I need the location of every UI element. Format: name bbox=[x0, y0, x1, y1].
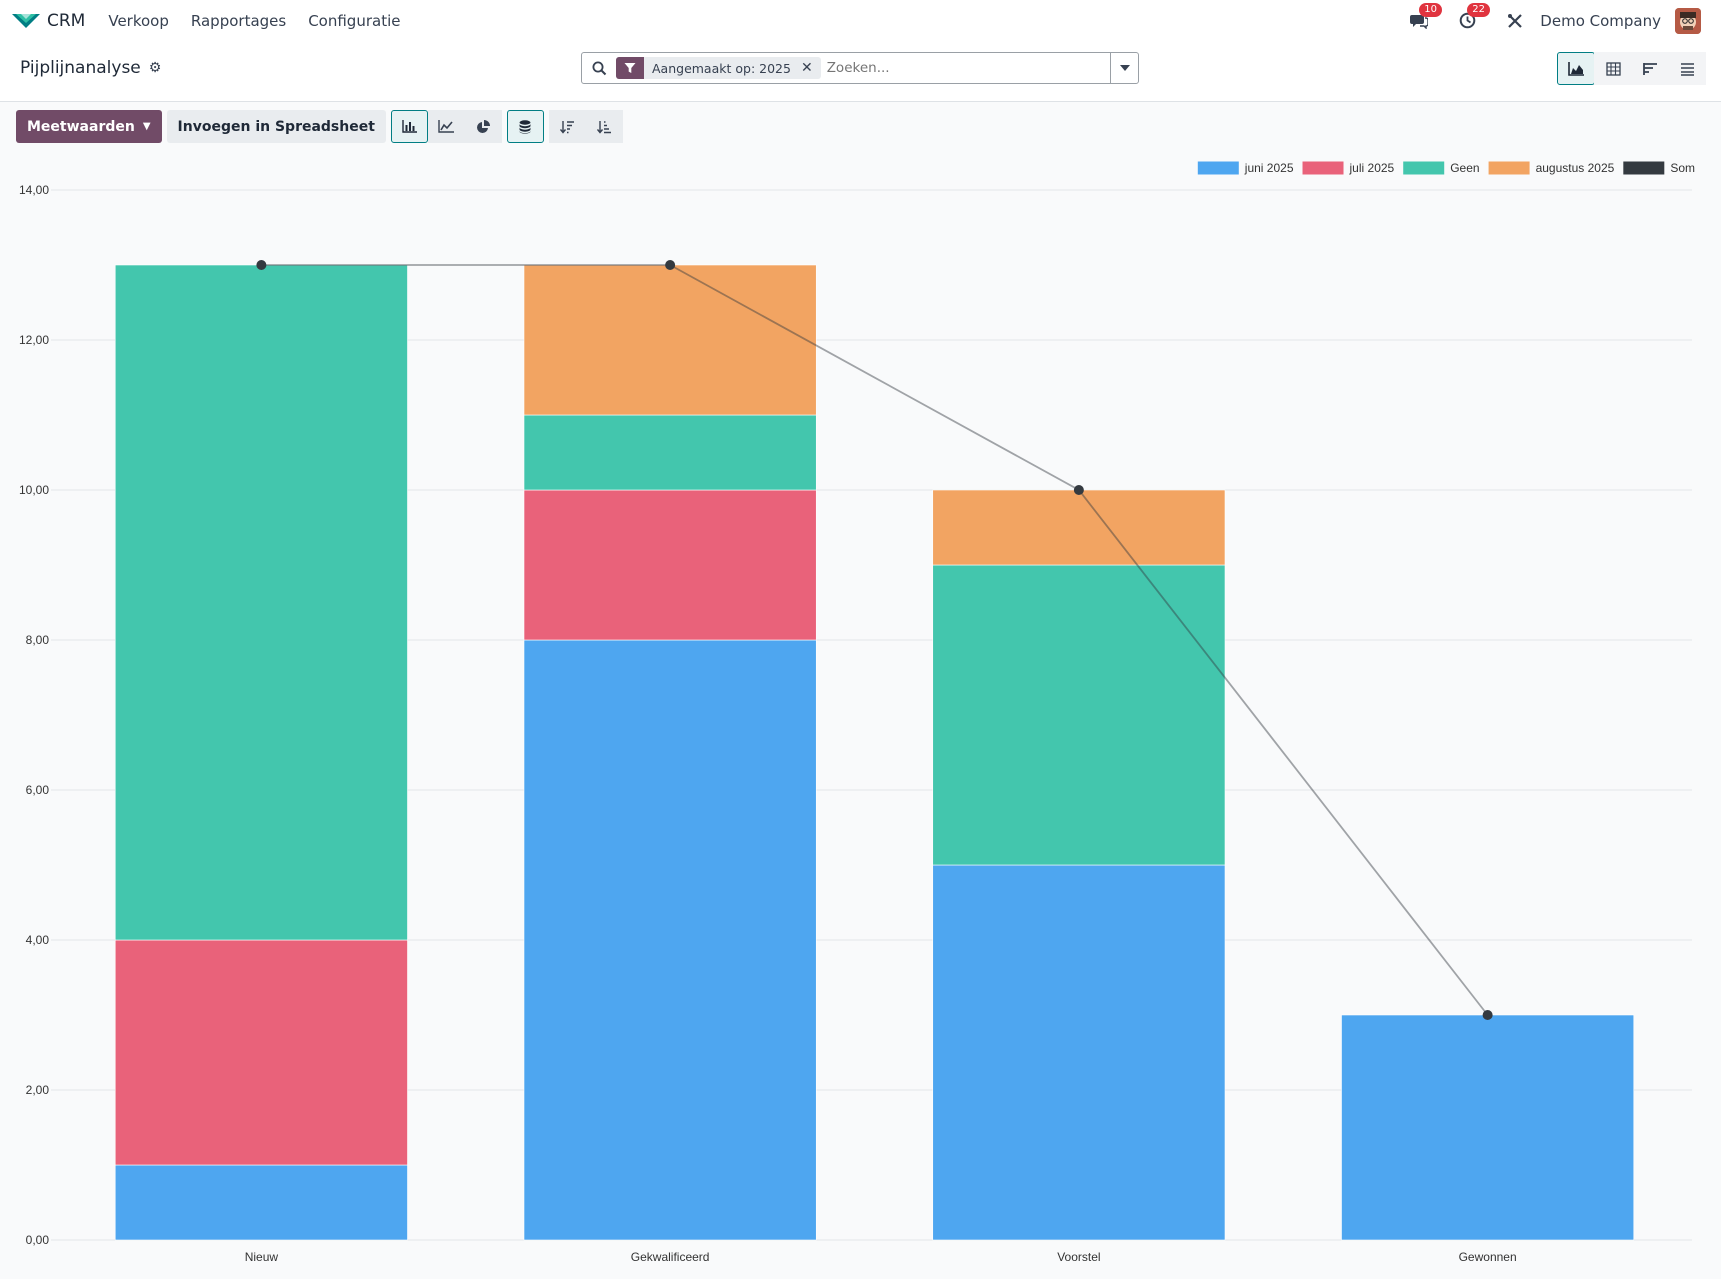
y-tick-label: 12,00 bbox=[19, 333, 49, 347]
x-tick-label: Nieuw bbox=[245, 1250, 279, 1264]
search-bar: Aangemaakt op: 2025 ✕ bbox=[581, 52, 1139, 84]
cohort-icon bbox=[1642, 62, 1657, 75]
bar-segment bbox=[1341, 1014, 1635, 1241]
legend-swatch bbox=[1403, 161, 1445, 175]
bar-segment bbox=[114, 264, 408, 941]
legend-swatch bbox=[1197, 161, 1239, 175]
bar-segment bbox=[114, 1164, 408, 1241]
facet-value: Aangemaakt op: 2025 bbox=[652, 60, 791, 76]
sum-point bbox=[256, 260, 267, 270]
y-tick-label: 10,00 bbox=[19, 483, 49, 497]
pipeline-chart: 0,00 2,00 4,00 6,00 8,00 10,00 12,00 14,00 Nieuw… bbox=[19, 161, 1695, 1264]
company-switcher[interactable]: Demo Company bbox=[1540, 12, 1661, 30]
facet-remove-icon[interactable]: ✕ bbox=[799, 60, 821, 76]
top-navbar: CRM Verkoop Rapportages Configuratie 10 … bbox=[0, 0, 1721, 41]
x-tick-label: Gekwalificeerd bbox=[631, 1250, 710, 1264]
avatar-image bbox=[1675, 7, 1701, 34]
sum-point bbox=[1482, 1010, 1493, 1020]
bar-segment bbox=[523, 639, 817, 1241]
y-tick-label: 2,00 bbox=[26, 1083, 50, 1097]
y-tick-label: 4,00 bbox=[26, 933, 50, 947]
search-input[interactable] bbox=[826, 60, 1110, 76]
y-tick-label: 8,00 bbox=[26, 633, 50, 647]
bar-segment bbox=[523, 489, 817, 641]
area-chart-icon bbox=[1568, 61, 1584, 76]
view-cohort-button[interactable] bbox=[1631, 52, 1669, 85]
crm-logo-icon[interactable] bbox=[12, 11, 40, 31]
caret-down-icon bbox=[1119, 65, 1130, 71]
filter-icon bbox=[616, 57, 644, 79]
bar-segment bbox=[932, 489, 1226, 566]
sum-point bbox=[1073, 485, 1084, 495]
graph-view: Meetwaarden ▼ Invoegen in Spreadsheet 0,… bbox=[0, 102, 1721, 1279]
view-pivot-button[interactable] bbox=[1594, 52, 1632, 85]
x-tick-label: Gewonnen bbox=[1459, 1250, 1517, 1264]
bar-segment bbox=[932, 564, 1226, 866]
debug-tools-button[interactable] bbox=[1504, 10, 1526, 32]
y-tick-label: 0,00 bbox=[26, 1233, 50, 1247]
list-icon bbox=[1680, 62, 1694, 76]
y-tick-label: 6,00 bbox=[26, 783, 50, 797]
messages-badge: 10 bbox=[1419, 2, 1443, 17]
tools-icon bbox=[1508, 13, 1523, 28]
legend-swatch bbox=[1488, 161, 1530, 175]
legend-label: Som bbox=[1670, 161, 1695, 175]
y-tick-label: 14,00 bbox=[19, 183, 49, 197]
search-options-toggle[interactable] bbox=[1110, 53, 1138, 83]
gear-icon[interactable]: ⚙ bbox=[149, 60, 162, 76]
view-switcher bbox=[1557, 52, 1706, 85]
menu-item-verkoop[interactable]: Verkoop bbox=[97, 12, 180, 30]
legend-label: Geen bbox=[1450, 161, 1479, 175]
search-icon[interactable] bbox=[582, 61, 616, 76]
breadcrumb: Pijplijnanalyse ⚙ bbox=[20, 58, 161, 78]
activities-button[interactable]: 22 bbox=[1456, 2, 1491, 32]
view-graph-button[interactable] bbox=[1557, 52, 1595, 85]
legend-label: augustus 2025 bbox=[1536, 161, 1615, 175]
menu-item-configuratie[interactable]: Configuratie bbox=[297, 12, 411, 30]
sum-point bbox=[665, 260, 676, 270]
bar-segment bbox=[523, 264, 817, 416]
bar-segment bbox=[932, 864, 1226, 1241]
menu-item-rapportages[interactable]: Rapportages bbox=[180, 12, 297, 30]
legend-label: juni 2025 bbox=[1244, 161, 1294, 175]
x-tick-label: Voorstel bbox=[1057, 1250, 1100, 1264]
activities-badge: 22 bbox=[1467, 2, 1491, 17]
messages-button[interactable]: 10 bbox=[1408, 2, 1443, 32]
search-facet: Aangemaakt op: 2025 ✕ bbox=[616, 57, 821, 79]
bar-segment bbox=[523, 414, 817, 491]
page-title: Pijplijnanalyse bbox=[20, 58, 141, 78]
table-icon bbox=[1605, 61, 1621, 76]
legend-swatch bbox=[1623, 161, 1665, 175]
main-menu: Verkoop Rapportages Configuratie bbox=[97, 12, 411, 30]
systray: 10 22 Demo Company bbox=[1408, 0, 1721, 41]
legend-swatch bbox=[1302, 161, 1344, 175]
app-name[interactable]: CRM bbox=[47, 11, 85, 31]
control-panel: Pijplijnanalyse ⚙ Aangemaakt op: 2025 ✕ bbox=[0, 41, 1721, 102]
view-list-button[interactable] bbox=[1668, 52, 1706, 85]
user-avatar[interactable] bbox=[1675, 7, 1701, 34]
bar-segment bbox=[114, 939, 408, 1166]
legend-label: juli 2025 bbox=[1349, 161, 1395, 175]
